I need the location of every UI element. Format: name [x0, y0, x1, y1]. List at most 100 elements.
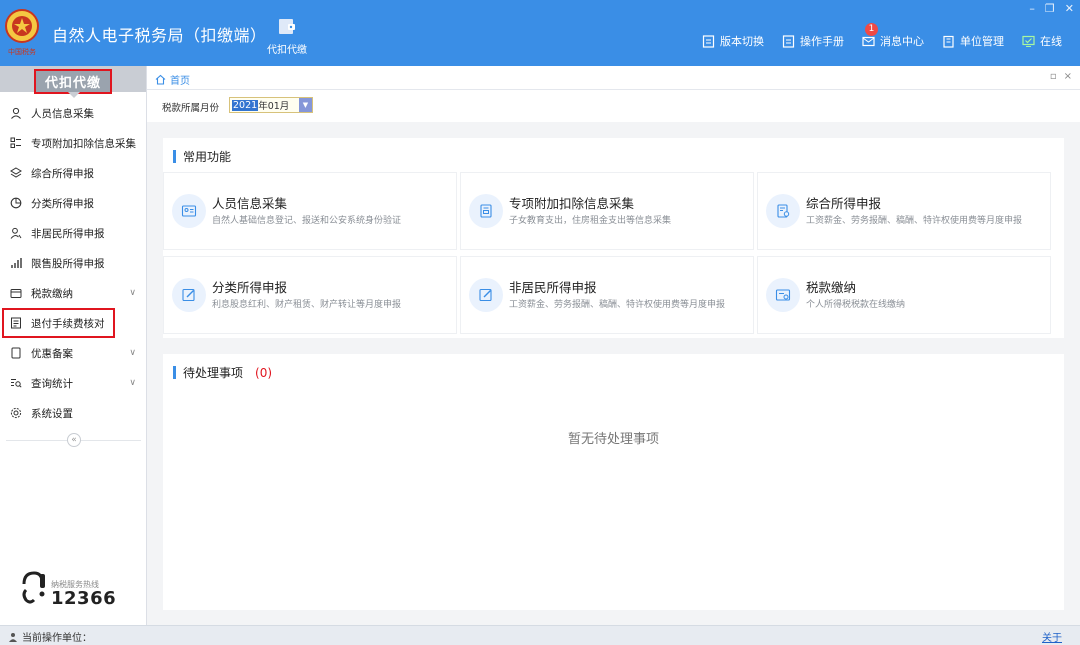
status-bar: 当前操作单位： 关于: [0, 625, 1080, 645]
card-special-deduction[interactable]: 专项附加扣除信息采集 子女教育支出，住房租金支出等信息采集: [460, 172, 754, 250]
wallet-icon: [279, 19, 295, 34]
common-functions-title: 常用功能: [183, 150, 232, 164]
chevron-down-icon: ∨: [129, 348, 136, 358]
sidebar-item-special-deduction[interactable]: 专项附加扣除信息采集: [0, 128, 146, 158]
minimize-button[interactable]: –: [1029, 2, 1035, 15]
file-icon: [11, 347, 21, 359]
tab-bar: 首页 ▫ ×: [147, 66, 1080, 90]
card-title: 分类所得申报: [212, 280, 288, 295]
headset-icon: [22, 571, 45, 604]
user-icon: [11, 107, 21, 119]
deduction-doc-icon: [469, 194, 503, 228]
sidebar-title: 代扣代缴: [33, 69, 112, 94]
layers-icon: [10, 167, 22, 178]
common-functions-panel: 常用功能 人员信息采集 自然人基础信息登记、报送和公安系统身份验证 专项附加扣除…: [163, 138, 1064, 338]
card-description: 子女教育支出，住房租金支出等信息采集: [509, 216, 672, 226]
payment-icon: [766, 278, 800, 312]
app-header: 中国税务 自然人电子税务局（扣缴端） 代扣代缴 – ❐ ✕ 版本切换 操作手册 …: [0, 0, 1080, 66]
tab-restore-button[interactable]: ▫: [1050, 71, 1057, 82]
tab-home-label: 首页: [170, 76, 190, 87]
sidebar-item-classified-income[interactable]: 分类所得申报: [0, 188, 146, 218]
person-icon: [10, 227, 22, 239]
chevron-down-icon: ∨: [129, 378, 136, 388]
card-classified-income[interactable]: 分类所得申报 利息股息红利、财产租赁、财产转让等月度申报: [163, 256, 457, 334]
message-badge: 1: [865, 23, 878, 36]
pie-icon: [10, 197, 22, 209]
card-description: 工资薪金、劳务报酬、稿酬、特许权使用费等月度申报: [806, 216, 1023, 226]
message-center-button[interactable]: 1 消息中心: [862, 23, 924, 49]
edit-icon: [469, 278, 503, 312]
card-description: 自然人基础信息登记、报送和公安系统身份验证: [212, 216, 402, 226]
common-functions-header: 常用功能: [173, 148, 231, 165]
sidebar-item-label: 税款缴纳: [31, 287, 73, 300]
hotline-number: 12366: [51, 588, 117, 609]
service-hotline: 纳税服务热线 12366: [18, 570, 116, 608]
tax-month-label: 税款所属月份: [162, 103, 220, 114]
mail-icon: [862, 36, 875, 46]
sidebar-item-label: 优惠备案: [31, 347, 73, 360]
card-tax-payment[interactable]: 税款缴纳 个人所得税税款在线缴纳: [757, 256, 1051, 334]
about-link[interactable]: 关于: [1042, 629, 1062, 644]
sidebar-menu: 人员信息采集 专项附加扣除信息采集 综合所得申报 分类所得申报 非居民所得申报 …: [0, 98, 146, 428]
tab-controls: ▫ ×: [1050, 71, 1072, 82]
card-description: 工资薪金、劳务报酬、稿酬、特许权使用费等月度申报: [509, 300, 726, 310]
dropdown-arrow-icon[interactable]: ▼: [299, 98, 312, 112]
sidebar-item-label: 查询统计: [31, 377, 73, 390]
manual-label: 操作手册: [800, 35, 844, 48]
pending-items-panel: 待处理事项 (0) 暂无待处理事项: [163, 354, 1064, 610]
user-icon: [9, 632, 17, 642]
restore-button[interactable]: ❐: [1045, 2, 1055, 15]
sidebar: 代扣代缴 人员信息采集 专项附加扣除信息采集 综合所得申报 分类所得申报 非居民…: [0, 66, 147, 625]
app-title: 自然人电子税务局（扣缴端）: [52, 26, 267, 45]
online-status[interactable]: 在线: [1022, 33, 1062, 49]
tax-month-year: 2021: [232, 99, 259, 111]
card-comprehensive-income[interactable]: 综合所得申报 工资薪金、劳务报酬、稿酬、特许权使用费等月度申报: [757, 172, 1051, 250]
main-content: 首页 ▫ × 税款所属月份 2021 年01月 ▼ 常用功能 人员信息采集 自然…: [147, 66, 1080, 625]
org-management-label: 单位管理: [960, 35, 1004, 48]
sidebar-item-label: 分类所得申报: [31, 197, 94, 210]
sidebar-collapse-button[interactable]: «: [67, 433, 81, 447]
document-icon: [702, 34, 715, 48]
doc-icon: [11, 317, 21, 329]
current-unit: 当前操作单位：: [8, 629, 92, 644]
sidebar-item-preferential-filing[interactable]: 优惠备案 ∨: [0, 338, 146, 368]
header-actions: 版本切换 操作手册 1 消息中心 单位管理 在线: [702, 23, 1062, 49]
chevron-down-icon: ∨: [129, 288, 136, 298]
tax-month-picker[interactable]: 2021 年01月 ▼: [229, 97, 313, 113]
nav-withholding[interactable]: 代扣代缴: [262, 16, 312, 56]
close-button[interactable]: ✕: [1065, 2, 1074, 15]
card-title: 综合所得申报: [806, 196, 882, 211]
tab-close-button[interactable]: ×: [1064, 71, 1072, 82]
sidebar-item-tax-payment[interactable]: 税款缴纳 ∨: [0, 278, 146, 308]
card-nonresident-income[interactable]: 非居民所得申报 工资薪金、劳务报酬、稿酬、特许权使用费等月度申报: [460, 256, 754, 334]
sidebar-item-restricted-shares[interactable]: 限售股所得申报: [0, 248, 146, 278]
sidebar-item-label: 综合所得申报: [31, 167, 94, 180]
edit-icon: [172, 278, 206, 312]
version-switch-button[interactable]: 版本切换: [702, 33, 764, 49]
section-marker: [173, 366, 176, 379]
building-icon: [943, 35, 954, 48]
sidebar-item-refund-fee-check[interactable]: 退付手续费核对: [2, 308, 115, 338]
tab-home[interactable]: 首页: [155, 72, 190, 87]
sidebar-item-query-stats[interactable]: 查询统计 ∨: [0, 368, 146, 398]
card-title: 税款缴纳: [806, 280, 857, 295]
sidebar-item-personnel-info[interactable]: 人员信息采集: [0, 98, 146, 128]
sidebar-item-label: 限售股所得申报: [31, 257, 105, 270]
report-icon: [766, 194, 800, 228]
sidebar-item-nonresident-income[interactable]: 非居民所得申报: [0, 218, 146, 248]
bar-chart-icon: [11, 258, 22, 268]
sidebar-item-system-settings[interactable]: 系统设置: [0, 398, 146, 428]
sidebar-item-label: 人员信息采集: [31, 107, 94, 120]
home-icon: [155, 74, 166, 85]
search-list-icon: [11, 379, 22, 388]
section-marker: [173, 150, 176, 163]
nav-withholding-label: 代扣代缴: [267, 45, 307, 56]
current-unit-label: 当前操作单位：: [22, 633, 92, 644]
manual-button[interactable]: 操作手册: [782, 33, 844, 49]
card-description: 利息股息红利、财产租赁、财产转让等月度申报: [212, 300, 402, 310]
org-management-button[interactable]: 单位管理: [942, 33, 1004, 49]
sidebar-item-comprehensive-income[interactable]: 综合所得申报: [0, 158, 146, 188]
card-title: 非居民所得申报: [509, 280, 597, 295]
message-center-label: 消息中心: [880, 35, 924, 48]
card-personnel-info[interactable]: 人员信息采集 自然人基础信息登记、报送和公安系统身份验证: [163, 172, 457, 250]
